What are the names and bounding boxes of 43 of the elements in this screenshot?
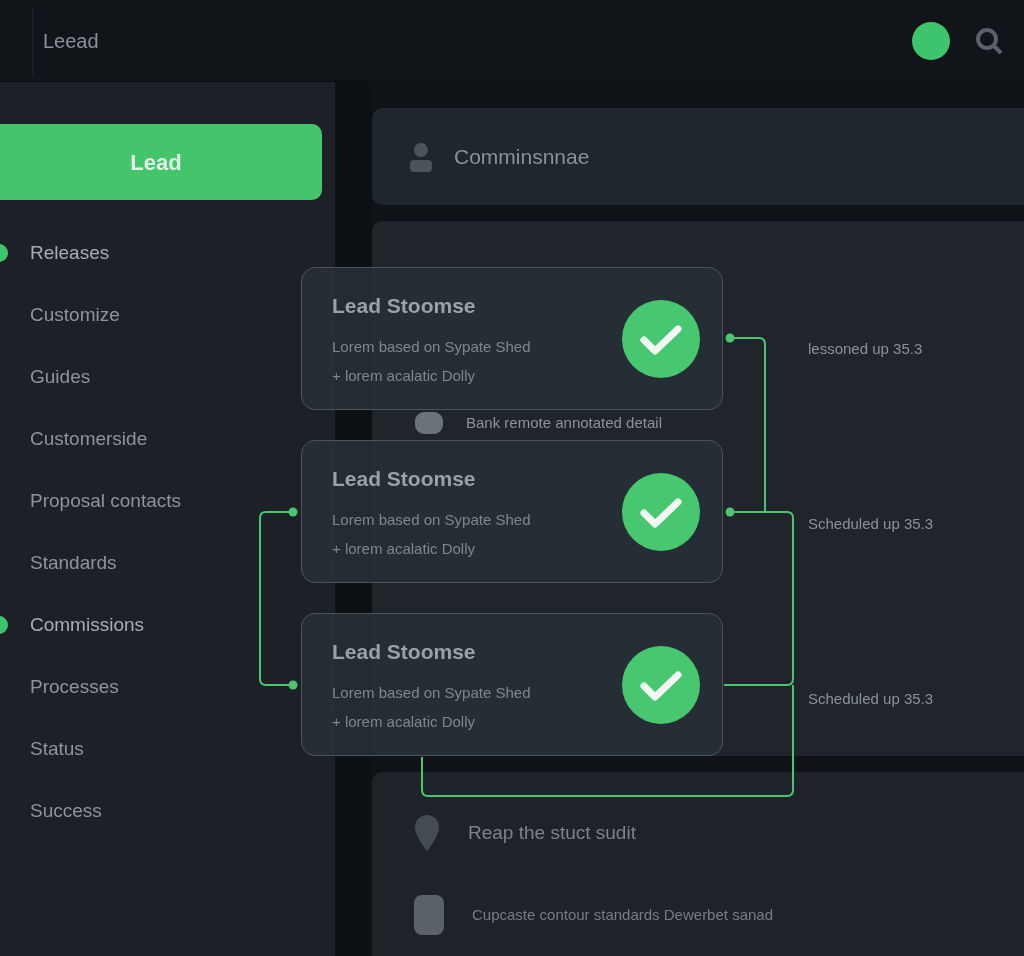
sidebar-item[interactable]: Customerside xyxy=(0,420,154,458)
card-text: Lorem based on Sypate Shed xyxy=(332,509,532,530)
row-text: Scheduled up 35.3 xyxy=(808,514,934,535)
sidebar-item-label: Customerside xyxy=(30,426,148,451)
card-text: Lorem based on Sypate Shed xyxy=(332,682,532,703)
sidebar-item-label: Commissions xyxy=(30,612,145,637)
sidebar-item-label: Processes xyxy=(30,674,119,699)
row-text: Cupcaste contour standards Dewerbet sanad xyxy=(472,904,773,925)
sidebar-item-label: Proposal contacts xyxy=(30,488,182,513)
sidebar-item-label: Guides xyxy=(30,364,91,389)
card-text: + lorem acalatic Dolly xyxy=(332,538,476,559)
document-icon xyxy=(412,893,446,937)
card-title: Lead Stoomse xyxy=(332,293,477,319)
section-title: Comminsnnae xyxy=(454,143,590,170)
sidebar-item[interactable]: Customize xyxy=(0,296,126,334)
sidebar-item[interactable]: Releases xyxy=(0,234,116,272)
card-title: Lead Stoomse xyxy=(332,466,477,492)
status-indicator xyxy=(912,21,950,60)
sidebar-item-label: Customize xyxy=(30,302,120,327)
card-title: Lead Stoomse xyxy=(332,639,477,665)
app-title: Leead xyxy=(43,28,99,54)
search-icon[interactable] xyxy=(974,25,1004,56)
sidebar-item[interactable]: Success xyxy=(0,792,108,830)
sidebar-item[interactable]: Processes xyxy=(0,668,125,706)
sidebar-item-label: Success xyxy=(30,798,102,823)
card-text: + lorem acalatic Dolly xyxy=(332,365,476,386)
avatar-icon xyxy=(414,411,444,436)
sidebar-item-label: Releases xyxy=(30,240,110,265)
sidebar-item-label: Standards xyxy=(30,550,117,575)
sidebar-item-label: Status xyxy=(30,736,84,761)
sidebar-item[interactable]: Commissions xyxy=(0,606,151,644)
pin-icon xyxy=(412,813,442,853)
sidebar-item[interactable]: Guides xyxy=(0,358,97,396)
sidebar-item[interactable]: Standards xyxy=(0,544,123,582)
person-icon xyxy=(408,140,434,173)
row-text: Scheduled up 35.3 xyxy=(808,689,934,710)
sidebar-item[interactable]: Status xyxy=(0,730,90,768)
row-text: lessoned up 35.3 xyxy=(808,339,923,360)
row-text: Bank remote annotated detail xyxy=(466,413,662,434)
card-text: + lorem acalatic Dolly xyxy=(332,711,476,732)
card-text: Lorem based on Sypate Shed xyxy=(332,336,532,357)
sidebar-item[interactable]: Proposal contacts xyxy=(0,482,188,520)
row-text: Reap the stuct sudit xyxy=(468,820,636,845)
